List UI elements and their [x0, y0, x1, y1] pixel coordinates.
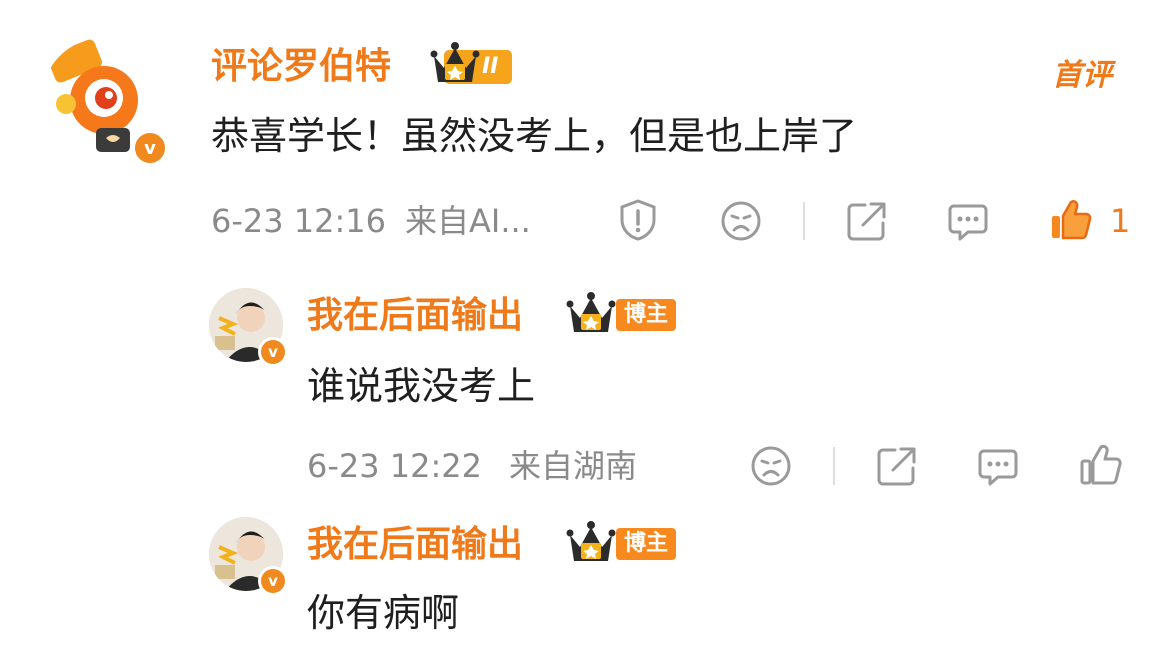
verified-v-icon: v: [258, 337, 288, 367]
reply-author-name[interactable]: 我在后面输出: [307, 527, 523, 563]
reply-text: 谁说我没考上: [307, 364, 536, 408]
verified-v-icon: v: [132, 130, 168, 166]
comment-icon[interactable]: [976, 445, 1020, 489]
crown-icon: [566, 521, 616, 567]
main-comment: v 评论罗伯特 II 首评 恭喜学长！虽然没考上，但是也上岸了 6-23 12:…: [0, 0, 1170, 260]
reply-text: 你有病啊: [307, 591, 460, 635]
comment-time: 6-23 12:16: [211, 202, 387, 240]
like-count: 1: [1110, 202, 1131, 240]
like-icon[interactable]: [1049, 197, 1093, 243]
verified-v-icon: v: [258, 566, 288, 596]
action-divider: [803, 202, 805, 240]
crown-icon: [566, 292, 616, 338]
reply-item: v 我在后面输出 博主 谁说我没考上 6-23 12:22 来自湖南: [0, 270, 1170, 500]
dislike-face-icon[interactable]: [719, 199, 763, 243]
rank-level: II: [482, 54, 499, 79]
comment-icon[interactable]: [946, 200, 990, 244]
reply-item: v 我在后面输出 博主 你有病啊: [0, 500, 1170, 659]
share-icon[interactable]: [845, 199, 889, 243]
comment-text: 恭喜学长！虽然没考上，但是也上岸了: [211, 114, 858, 158]
report-icon[interactable]: [616, 198, 660, 242]
host-badge: 博主: [616, 528, 677, 560]
action-divider: [833, 447, 835, 485]
comment-author-name[interactable]: 评论罗伯特: [211, 49, 391, 85]
first-comment-tag: 首评: [1052, 58, 1112, 93]
reply-author-name[interactable]: 我在后面输出: [307, 298, 523, 334]
crown-icon: [430, 42, 480, 88]
host-badge: 博主: [616, 299, 677, 331]
like-icon[interactable]: [1079, 442, 1123, 488]
comment-source: 来自AI...: [405, 202, 531, 240]
dislike-face-icon[interactable]: [749, 444, 793, 488]
reply-source: 来自湖南: [509, 447, 638, 485]
reply-time: 6-23 12:22: [307, 447, 483, 485]
share-icon[interactable]: [875, 444, 919, 488]
